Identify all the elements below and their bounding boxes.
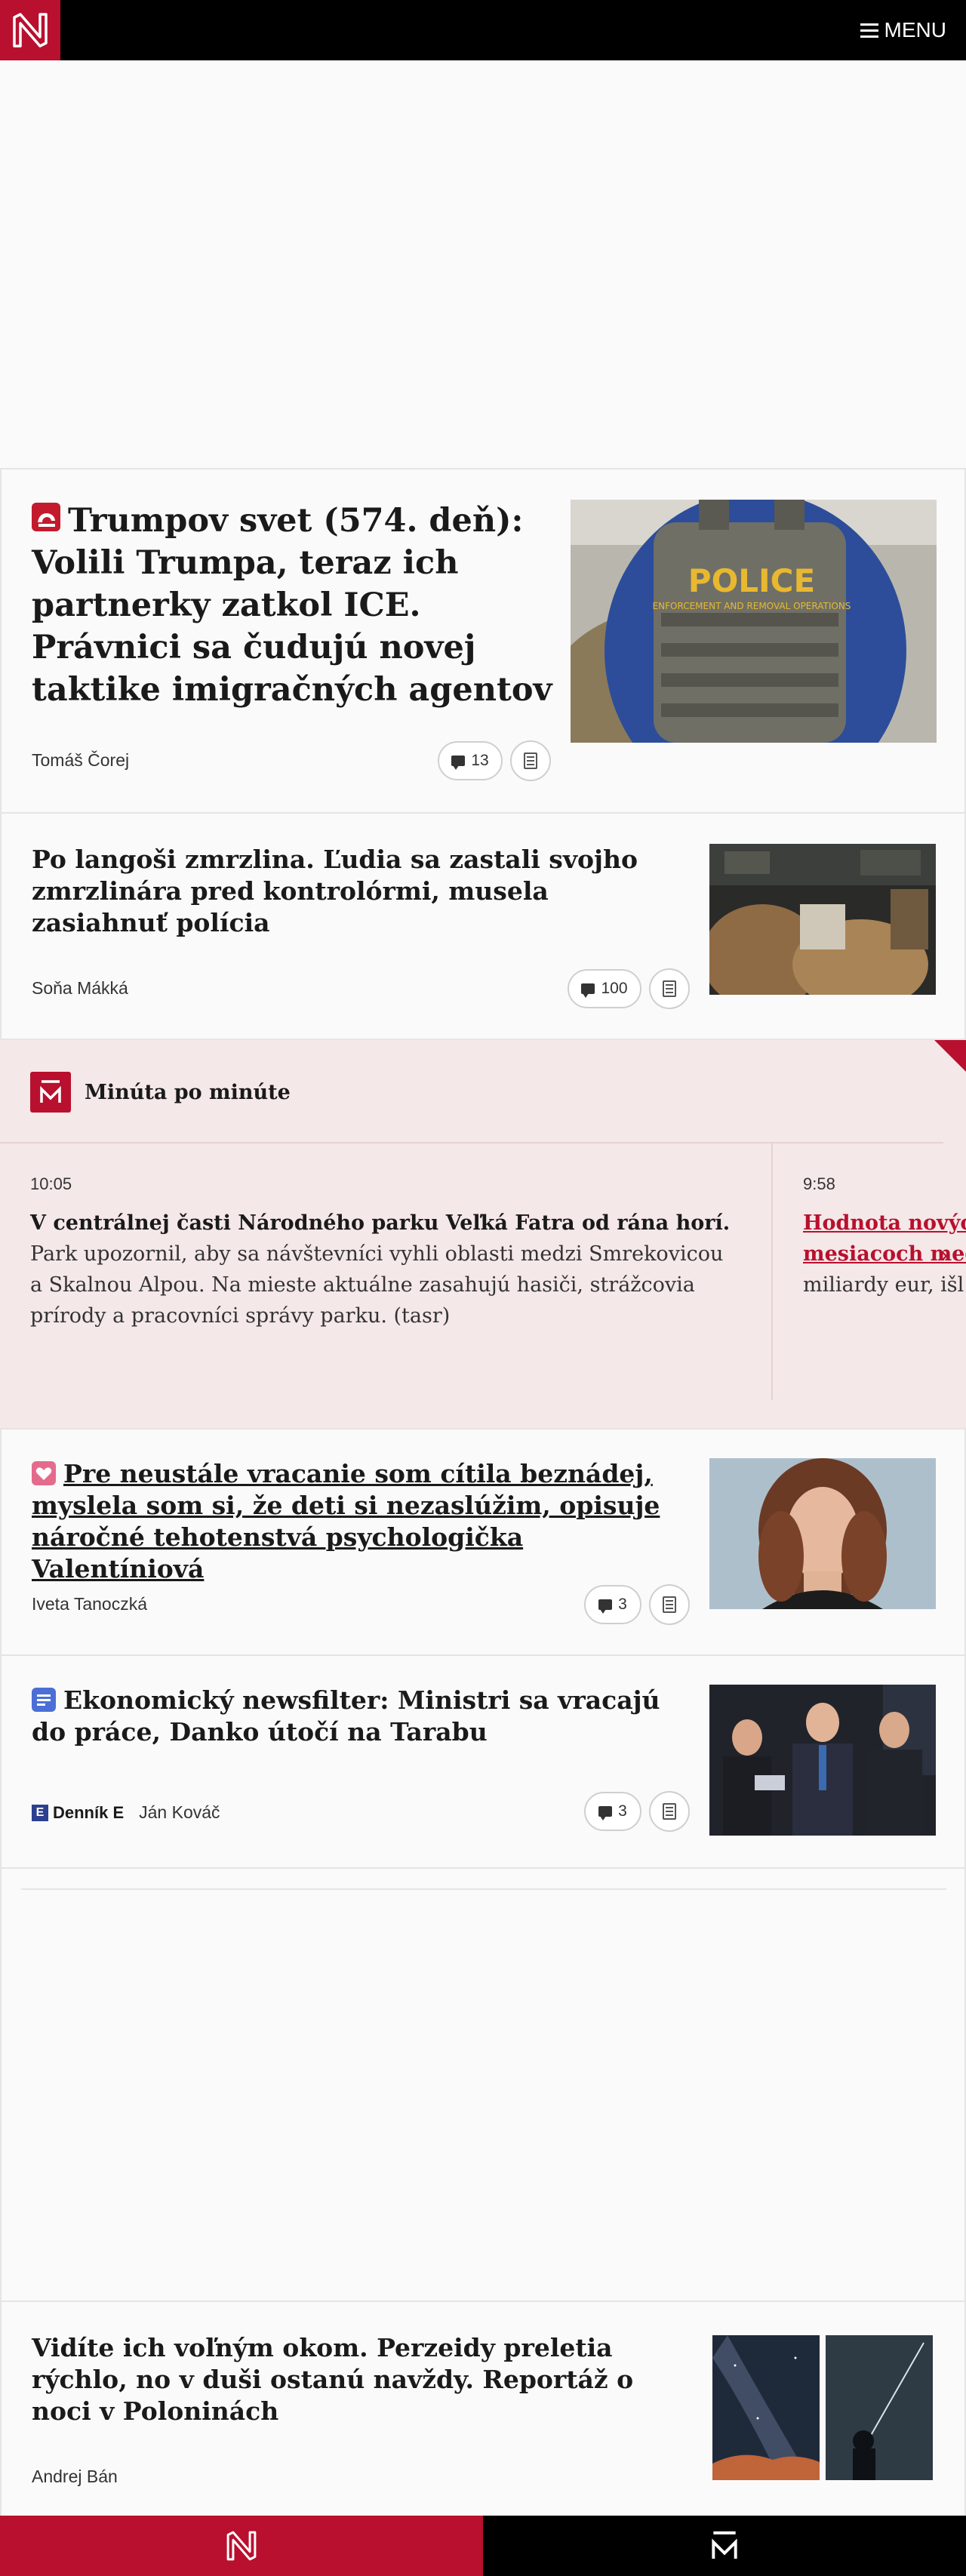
article-author[interactable]: Tomáš Čorej xyxy=(32,750,129,771)
article-title[interactable]: Pre neustále vracanie som cítila beznáde… xyxy=(32,1458,681,1585)
source-name: Denník E xyxy=(53,1802,125,1822)
live-entry[interactable]: V centrálnej časti Národného parku Veľká… xyxy=(30,1208,740,1331)
comments-button[interactable]: 13 xyxy=(438,741,503,780)
divider xyxy=(21,1888,946,1890)
article-image[interactable] xyxy=(709,1685,936,1836)
heart-icon xyxy=(32,1461,56,1485)
article-icon xyxy=(524,752,537,769)
article-author[interactable]: Ján Kováč xyxy=(139,1802,220,1823)
article-image[interactable] xyxy=(709,1458,936,1609)
comment-icon xyxy=(598,1599,613,1614)
article-card[interactable]: Ekonomický newsfilter: Ministri sa vraca… xyxy=(0,1654,966,1867)
dennik-e-icon: E xyxy=(32,1804,48,1821)
save-article-button[interactable] xyxy=(649,1791,690,1832)
article-card[interactable]: Trumpov svet (574. deň): Volili Trumpa, … xyxy=(0,468,966,812)
menu-label: MENU xyxy=(884,18,946,42)
comments-count: 100 xyxy=(601,980,628,997)
live-feed: Minúta po minúte 10:05 V centrálnej čast… xyxy=(0,1039,966,1428)
article-icon xyxy=(663,1596,676,1613)
newsfilter-icon xyxy=(32,1688,56,1712)
comments-button[interactable]: 3 xyxy=(584,1792,641,1831)
article-meta: E Denník E Ján Kováč xyxy=(32,1802,220,1823)
article-title[interactable]: Po langoši zmrzlina. Ľudia sa zastali sv… xyxy=(32,844,681,939)
article-image[interactable] xyxy=(712,2335,933,2480)
divider xyxy=(771,1143,773,1400)
n-logo-icon[interactable] xyxy=(0,0,60,60)
article-title[interactable]: Ekonomický newsfilter: Ministri sa vraca… xyxy=(32,1685,681,1748)
image-police-text: POLICE xyxy=(688,562,815,599)
corner-flag-icon xyxy=(934,1040,966,1072)
article-title[interactable]: Vidíte ich voľným okom. Perzeidy preleti… xyxy=(32,2332,681,2427)
divider xyxy=(0,1142,943,1143)
minuta-button[interactable] xyxy=(483,2516,966,2576)
comment-icon xyxy=(581,983,595,998)
comment-icon xyxy=(598,1806,613,1820)
comment-icon xyxy=(451,756,466,770)
live-title: Minúta po minúte xyxy=(85,1080,291,1104)
article-title-text: Trumpov svet (574. deň): Volili Trumpa, … xyxy=(32,502,552,709)
comments-count: 13 xyxy=(471,752,489,769)
article-title-text: Ekonomický newsfilter: Ministri sa vraca… xyxy=(32,1685,660,1747)
article-icon xyxy=(663,980,676,997)
article-card[interactable]: Vidíte ich voľným okom. Perzeidy preleti… xyxy=(0,2301,966,2516)
minuta-logo-icon xyxy=(712,2531,737,2559)
article-author[interactable]: Andrej Bán xyxy=(32,2467,118,2487)
article-icon xyxy=(663,1803,676,1820)
comments-button[interactable]: 3 xyxy=(584,1585,641,1624)
minuta-logo-icon xyxy=(30,1072,71,1113)
article-title-text: Pre neustále vracanie som cítila beznáde… xyxy=(32,1459,660,1583)
bottom-bar xyxy=(0,2516,966,2576)
live-entry-time: 10:05 xyxy=(30,1174,72,1193)
live-entry-time: 9:58 xyxy=(803,1174,835,1193)
article-title[interactable]: Trumpov svet (574. deň): Volili Trumpa, … xyxy=(32,500,560,711)
hamburger-icon xyxy=(860,20,878,42)
save-article-button[interactable] xyxy=(510,740,551,781)
article-author[interactable]: Soňa Mákká xyxy=(32,978,128,999)
chevron-right-icon[interactable]: › xyxy=(940,1242,948,1268)
save-article-button[interactable] xyxy=(649,1584,690,1625)
save-article-button[interactable] xyxy=(649,968,690,1009)
trump-world-icon xyxy=(32,503,60,531)
menu-button[interactable]: MENU xyxy=(860,17,946,44)
top-bar: MENU xyxy=(0,0,966,60)
live-entry-lead: V centrálnej časti Národného parku Veľká… xyxy=(30,1211,731,1235)
comments-count: 3 xyxy=(618,1802,627,1820)
image-police-subtext: ENFORCEMENT AND REMOVAL OPERATIONS xyxy=(653,601,851,611)
live-entry-body: miliardy eur, išl xyxy=(803,1273,964,1297)
comments-button[interactable]: 100 xyxy=(568,969,641,1008)
source-badge[interactable]: E Denník E xyxy=(32,1803,124,1823)
ad-space xyxy=(0,60,966,468)
article-image[interactable] xyxy=(709,844,936,995)
live-header[interactable]: Minúta po minúte xyxy=(30,1072,291,1113)
n-logo-icon xyxy=(226,2531,257,2561)
article-card[interactable]: Po langoši zmrzlina. Ľudia sa zastali sv… xyxy=(0,812,966,1039)
n-home-button[interactable] xyxy=(0,2516,483,2576)
article-image[interactable]: POLICE ENFORCEMENT AND REMOVAL OPERATION… xyxy=(571,500,937,743)
article-author[interactable]: Iveta Tanoczká xyxy=(32,1594,147,1614)
ad-space xyxy=(0,1867,966,2301)
live-entry-link[interactable]: Hodnota nových xyxy=(803,1211,966,1235)
comments-count: 3 xyxy=(618,1596,627,1613)
article-card[interactable]: Pre neustále vracanie som cítila beznáde… xyxy=(0,1428,966,1654)
live-entry-body: Park upozornil, aby sa návštevníci vyhli… xyxy=(30,1242,724,1328)
